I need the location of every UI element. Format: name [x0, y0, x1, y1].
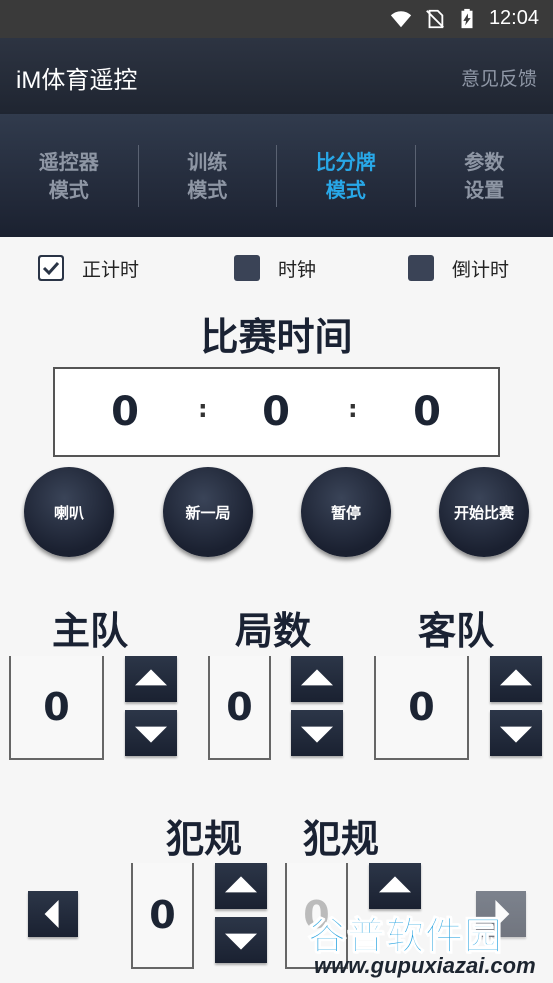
no-sim-icon [426, 9, 444, 29]
arrow-down-icon [301, 726, 333, 743]
count-up-checkbox[interactable]: 正计时 [38, 254, 139, 282]
away-team-label: 客队 [418, 609, 495, 653]
tab-settings[interactable]: 参数 设置 [416, 145, 553, 207]
clock-hours: 0 [111, 389, 139, 435]
home-foul-up-button[interactable] [215, 863, 267, 909]
count-up-label: 正计时 [82, 258, 140, 281]
tab-remote-mode[interactable]: 遥控器 模式 [0, 145, 138, 207]
mode-tabs: 遥控器 模式 训练 模式 比分牌 模式 参数 设置 [0, 114, 553, 237]
arrow-up-icon [135, 669, 167, 686]
clock-minutes: 0 [262, 389, 290, 435]
rounds-display: 0 [208, 656, 271, 760]
arrow-up-icon [500, 669, 532, 686]
status-bar: 12:04 [0, 0, 553, 38]
checkmark-icon [40, 257, 62, 279]
rounds-up-button[interactable] [291, 656, 343, 702]
away-score-up-button[interactable] [490, 656, 542, 702]
tab-training-mode[interactable]: 训练 模式 [139, 145, 277, 207]
arrow-up-icon [379, 876, 411, 893]
countdown-label: 倒计时 [452, 258, 510, 281]
arrow-down-icon [135, 726, 167, 743]
arrow-up-icon [301, 669, 333, 686]
home-foul-label: 犯规 [166, 817, 243, 861]
wifi-icon [390, 11, 412, 28]
checkbox-unchecked [408, 255, 434, 281]
pause-button[interactable]: 暂停 [301, 467, 391, 557]
clock-separator: : [348, 395, 358, 423]
feedback-link[interactable]: 意见反馈 [461, 64, 537, 91]
status-time: 12:04 [488, 7, 539, 29]
home-score-down-button[interactable] [125, 710, 177, 756]
battery-charging-icon [461, 8, 473, 29]
away-score-down-button[interactable] [490, 710, 542, 756]
app-bar: iM体育遥控 意见反馈 [0, 38, 553, 114]
clock-separator: : [198, 395, 208, 423]
horn-button[interactable]: 喇叭 [24, 467, 114, 557]
watermark-url: www.gupuxiazai.com [314, 953, 536, 978]
rounds-label: 局数 [235, 609, 312, 653]
away-foul-up-button[interactable] [369, 863, 421, 909]
home-team-label: 主队 [52, 609, 129, 653]
arrow-down-icon [225, 933, 257, 950]
watermark-logo-text: 谷普软件园 [307, 914, 504, 959]
site-watermark: 谷普软件园 www.gupuxiazai.com [300, 905, 553, 983]
checkbox-checked [38, 255, 64, 281]
home-foul-down-button[interactable] [215, 917, 267, 963]
home-score-display: 0 [9, 656, 104, 760]
home-score-up-button[interactable] [125, 656, 177, 702]
home-foul-display: 0 [131, 863, 194, 969]
clock-checkbox[interactable]: 时钟 [234, 254, 316, 282]
tab-scoreboard-mode[interactable]: 比分牌 模式 [277, 145, 415, 207]
new-round-button[interactable]: 新一局 [163, 467, 253, 557]
start-match-button[interactable]: 开始比赛 [439, 467, 529, 557]
away-score-display: 0 [374, 656, 469, 760]
match-time-title: 比赛时间 [200, 315, 353, 359]
checkbox-unchecked [234, 255, 260, 281]
countdown-checkbox[interactable]: 倒计时 [408, 254, 509, 282]
arrow-up-icon [225, 876, 257, 893]
clock-label: 时钟 [278, 258, 317, 281]
match-clock-display[interactable]: 0 : 0 : 0 [53, 367, 500, 457]
foul-previous-button[interactable] [28, 891, 78, 937]
app-title: iM体育遥控 [16, 67, 138, 94]
clock-seconds: 0 [413, 389, 441, 435]
arrow-left-icon [44, 900, 59, 928]
away-foul-label: 犯规 [303, 817, 380, 861]
rounds-down-button[interactable] [291, 710, 343, 756]
arrow-down-icon [500, 726, 532, 743]
